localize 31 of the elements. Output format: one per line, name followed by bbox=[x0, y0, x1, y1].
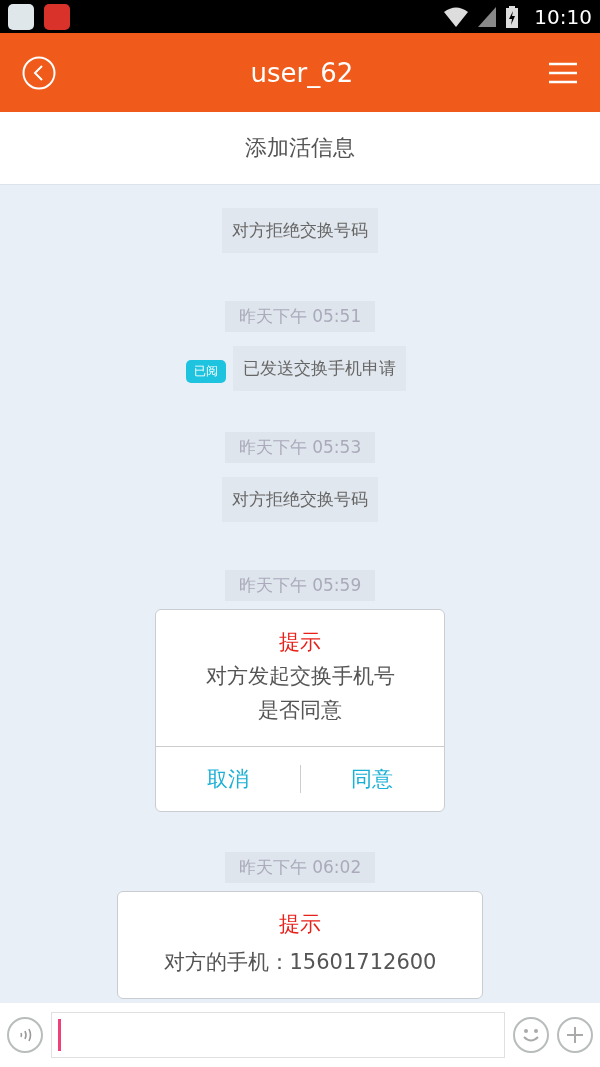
dialog-button[interactable]: 取消 bbox=[156, 764, 300, 794]
card-title: 提示 bbox=[279, 911, 321, 938]
dialog-title: 提示 bbox=[279, 629, 321, 656]
sound-wave-icon bbox=[17, 1027, 33, 1043]
add-button[interactable] bbox=[557, 1017, 593, 1053]
read-badge: 已阅 bbox=[186, 360, 226, 383]
clock: 10:10 bbox=[534, 4, 592, 29]
menu-icon[interactable] bbox=[548, 61, 578, 84]
chat-title: user_62 bbox=[250, 57, 354, 88]
smiley-icon bbox=[520, 1026, 542, 1044]
signal-icon bbox=[478, 6, 497, 27]
dialog-text: 对方发起交换手机号 bbox=[205, 663, 395, 690]
dialog-text: 是否同意 bbox=[258, 697, 342, 724]
dialog-button[interactable]: 同意 bbox=[300, 764, 444, 794]
back-icon[interactable] bbox=[22, 55, 56, 90]
wifi-icon bbox=[444, 6, 469, 27]
sent-message: 已发送交换手机申请 bbox=[233, 346, 406, 391]
timestamp: 昨天下午 05:53 bbox=[224, 432, 376, 463]
plus-icon bbox=[566, 1026, 584, 1044]
message-input[interactable] bbox=[51, 1012, 505, 1058]
battery-icon bbox=[506, 5, 519, 28]
system-message: 对方拒绝交换号码 bbox=[222, 477, 378, 522]
app-icon[interactable] bbox=[8, 3, 34, 30]
system-message: 对方拒绝交换号码 bbox=[222, 208, 378, 253]
timestamp: 昨天下午 05:59 bbox=[224, 570, 376, 601]
voice-button[interactable] bbox=[7, 1017, 43, 1053]
timestamp: 昨天下午 05:51 bbox=[224, 301, 376, 332]
timestamp: 昨天下午 06:02 bbox=[224, 852, 376, 883]
card-text: 对方的手机：15601712600 bbox=[163, 949, 437, 976]
subheader-title: 添加活信息 bbox=[245, 134, 355, 162]
emoji-button[interactable] bbox=[513, 1017, 549, 1053]
